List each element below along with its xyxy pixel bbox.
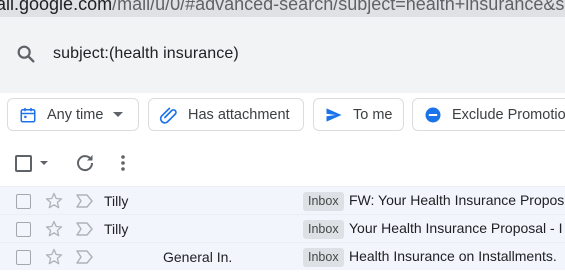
paperclip-icon	[158, 104, 180, 126]
chip-has-attachment-label: Has attachment	[188, 106, 290, 123]
refresh-icon[interactable]	[73, 151, 97, 175]
search-icon[interactable]	[15, 43, 37, 65]
minus-circle-icon	[422, 104, 444, 126]
message-sender: Tilly	[104, 221, 129, 237]
chip-exclude-promotions-label: Exclude Promotio	[452, 106, 565, 123]
chip-any-time[interactable]: Any time	[7, 98, 139, 131]
importance-marker-icon[interactable]	[74, 193, 94, 209]
search-bar: subject:(health insurance)	[0, 17, 565, 93]
message-subject: Your Health Insurance Proposal - I	[349, 220, 563, 236]
row-checkbox[interactable]	[16, 250, 31, 265]
importance-marker-icon[interactable]	[74, 221, 94, 237]
inbox-label-badge[interactable]: Inbox	[303, 192, 344, 211]
importance-marker-icon[interactable]	[74, 249, 94, 265]
chip-to-me[interactable]: To me	[313, 98, 404, 131]
row-checkbox[interactable]	[16, 222, 31, 237]
calendar-icon	[17, 104, 39, 126]
send-icon	[323, 104, 345, 126]
message-row[interactable]: Tilly Inbox Your Health Insurance Propos…	[0, 214, 565, 242]
star-icon[interactable]	[44, 191, 64, 211]
inbox-label-badge[interactable]: Inbox	[303, 248, 344, 267]
message-subject: Health Insurance on Installments.	[349, 248, 557, 264]
star-icon[interactable]	[44, 219, 64, 239]
search-input[interactable]: subject:(health insurance)	[53, 45, 239, 63]
chevron-down-icon	[113, 112, 124, 117]
chip-to-me-label: To me	[353, 106, 393, 123]
search-chips-row: Any time Has attachment To me Exclude Pr…	[0, 93, 565, 139]
message-sender: Tilly	[104, 193, 129, 209]
checkbox-icon[interactable]	[15, 155, 32, 172]
more-vert-icon[interactable]	[113, 151, 133, 175]
chip-any-time-label: Any time	[47, 106, 104, 123]
url-host: ail.google.com	[0, 0, 113, 14]
message-row[interactable]: General In. Inbox Health Insurance on In…	[0, 242, 565, 270]
url-path: /mail/u/0/#advanced-search/subject=healt…	[112, 0, 565, 14]
chip-exclude-promotions[interactable]: Exclude Promotio	[412, 98, 565, 131]
chip-has-attachment[interactable]: Has attachment	[148, 98, 304, 131]
select-dropdown-chevron-icon[interactable]	[40, 161, 48, 165]
browser-address-bar[interactable]: ail.google.com/mail/u/0/#advanced-search…	[0, 0, 565, 17]
list-toolbar	[0, 139, 565, 186]
message-row[interactable]: Tilly Inbox FW: Your Health Insurance Pr…	[0, 186, 565, 214]
url-text: ail.google.com/mail/u/0/#advanced-search…	[0, 0, 565, 15]
message-list: Tilly Inbox FW: Your Health Insurance Pr…	[0, 186, 565, 280]
inbox-label-badge[interactable]: Inbox	[303, 220, 344, 239]
row-checkbox[interactable]	[16, 194, 31, 209]
star-icon[interactable]	[44, 247, 64, 267]
message-subject: FW: Your Health Insurance Propos	[349, 192, 565, 208]
message-sender: General In.	[163, 249, 233, 265]
